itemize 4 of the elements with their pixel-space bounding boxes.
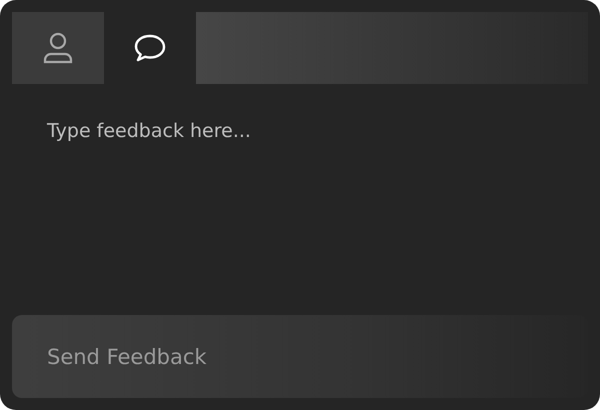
chat-bubble-icon <box>133 33 167 63</box>
person-tab[interactable] <box>12 12 104 84</box>
feedback-field[interactable]: Type feedback here... <box>12 84 588 315</box>
person-icon <box>43 32 73 64</box>
